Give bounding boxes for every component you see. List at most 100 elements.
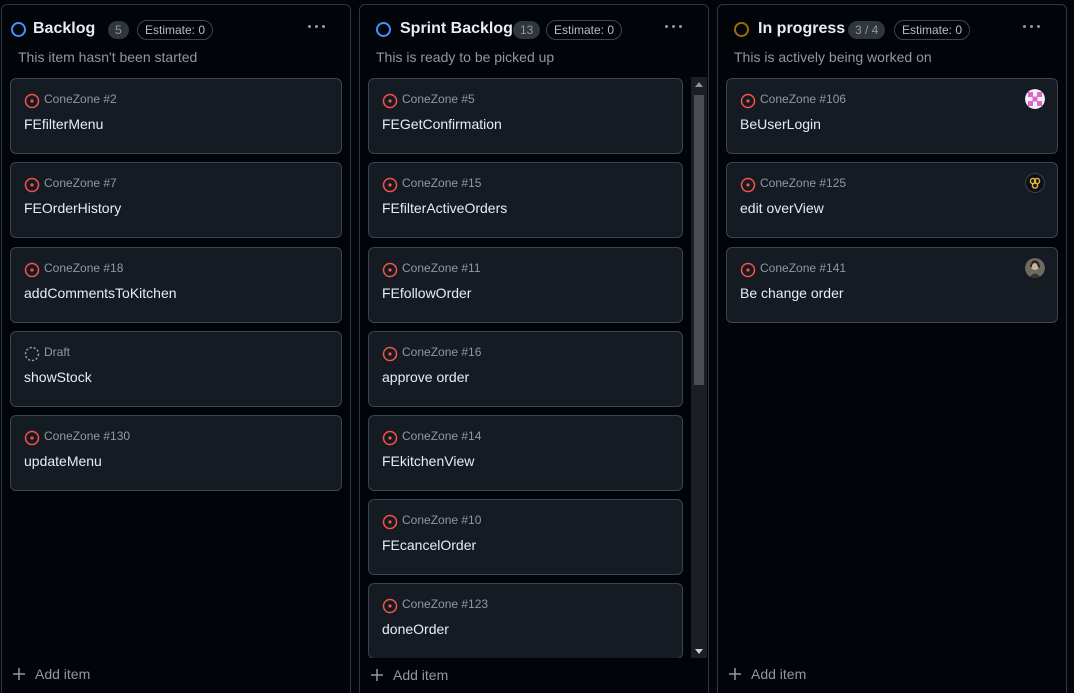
card-title[interactable]: showStock: [24, 369, 92, 385]
photo-avatar[interactable]: [1025, 258, 1045, 278]
estimate-badge: Estimate: 0: [894, 20, 971, 40]
issue-draft-icon: [24, 346, 40, 362]
yellow-logo-avatar[interactable]: [1025, 173, 1045, 193]
issue-opened-icon: [382, 430, 398, 446]
card-item[interactable]: ConeZone #11 FEfollowOrder: [368, 247, 683, 323]
card-item[interactable]: ConeZone #130 updateMenu: [10, 415, 342, 491]
item-count-badge: 3 / 4: [848, 21, 886, 39]
issue-opened-icon: [382, 514, 398, 530]
card-item[interactable]: ConeZone #2 FEfilterMenu: [10, 78, 342, 154]
card-item[interactable]: ConeZone #125 edit overView: [726, 162, 1058, 238]
card-item[interactable]: ConeZone #141 Be change order: [726, 247, 1058, 323]
card-title[interactable]: Be change order: [740, 285, 844, 301]
card-title[interactable]: doneOrder: [382, 621, 449, 637]
column-description: This is ready to be picked up: [376, 49, 555, 65]
card-item[interactable]: ConeZone #106 BeUserLogin: [726, 78, 1058, 154]
plus-icon: [371, 669, 383, 681]
card-item[interactable]: ConeZone #14 FEkitchenView: [368, 415, 683, 491]
card-repo-number[interactable]: ConeZone #106: [760, 92, 846, 106]
column-in-progress: In progress 3 / 4 Estimate: 0 This is ac…: [717, 4, 1067, 693]
add-item-button[interactable]: Add item: [727, 664, 847, 686]
status-circle-icon: [734, 22, 749, 37]
column-title: In progress: [758, 20, 846, 37]
issue-opened-icon: [382, 598, 398, 614]
item-count-badge: 13: [513, 21, 541, 39]
card-title[interactable]: FEfilterActiveOrders: [382, 200, 507, 216]
column-description: This item hasn't been started: [18, 49, 198, 65]
card-repo-number[interactable]: ConeZone #123: [402, 597, 488, 611]
add-item-button[interactable]: Add item: [11, 664, 131, 686]
column-sprint-backlog: Sprint Backlog 13 Estimate: 0 This is re…: [359, 4, 709, 693]
add-item-button[interactable]: Add item: [369, 665, 489, 687]
card-title[interactable]: approve order: [382, 369, 469, 385]
card-title[interactable]: FEkitchenView: [382, 453, 474, 469]
card-repo-number[interactable]: ConeZone #11: [402, 261, 481, 275]
item-count-badge: 5: [108, 21, 129, 39]
plus-icon: [13, 668, 25, 680]
add-item-label: Add item: [751, 666, 807, 682]
column-header: Backlog 5 Estimate: 0 This item hasn't b…: [2, 5, 350, 75]
card-repo-number[interactable]: ConeZone #10: [402, 513, 481, 527]
card-repo-number[interactable]: ConeZone #2: [44, 92, 117, 106]
column-menu-icon[interactable]: [1020, 17, 1044, 33]
scroll-up-arrow-icon[interactable]: [695, 82, 703, 87]
card-item[interactable]: ConeZone #16 approve order: [368, 331, 683, 407]
issue-opened-icon: [24, 262, 40, 278]
column-title: Backlog: [33, 20, 96, 37]
card-item[interactable]: ConeZone #5 FEGetConfirmation: [368, 78, 683, 154]
issue-opened-icon: [740, 262, 756, 278]
issue-opened-icon: [382, 93, 398, 109]
card-title[interactable]: edit overView: [740, 200, 824, 216]
column-menu-icon[interactable]: [305, 17, 329, 33]
card-title[interactable]: updateMenu: [24, 453, 102, 469]
card-draft-label: Draft: [44, 345, 71, 359]
card-title[interactable]: addCommentsToKitchen: [24, 285, 177, 301]
estimate-badge: Estimate: 0: [546, 20, 623, 40]
add-item-label: Add item: [35, 666, 91, 682]
scroll-thumb[interactable]: [694, 95, 704, 385]
issue-opened-icon: [740, 93, 756, 109]
status-circle-icon: [11, 22, 26, 37]
card-title[interactable]: FEcancelOrder: [382, 537, 476, 553]
card-item[interactable]: Draft showStock: [10, 331, 342, 407]
column-header: Sprint Backlog 13 Estimate: 0 This is re…: [360, 5, 708, 75]
card-repo-number[interactable]: ConeZone #125: [760, 176, 846, 190]
issue-opened-icon: [382, 262, 398, 278]
column-title: Sprint Backlog: [400, 20, 513, 37]
status-circle-icon: [376, 22, 391, 37]
card-repo-number[interactable]: ConeZone #16: [402, 345, 481, 359]
column-backlog: Backlog 5 Estimate: 0 This item hasn't b…: [1, 4, 351, 693]
card-repo-number[interactable]: ConeZone #7: [44, 176, 117, 190]
card-repo-number[interactable]: ConeZone #141: [760, 261, 846, 275]
card-list[interactable]: ConeZone #5 FEGetConfirmation ConeZone #…: [360, 75, 690, 658]
add-item-label: Add item: [393, 667, 449, 683]
card-item[interactable]: ConeZone #15 FEfilterActiveOrders: [368, 162, 683, 238]
card-title[interactable]: FEfilterMenu: [24, 116, 103, 132]
column-header: In progress 3 / 4 Estimate: 0 This is ac…: [718, 5, 1066, 75]
card-item[interactable]: ConeZone #7 FEOrderHistory: [10, 162, 342, 238]
card-item[interactable]: ConeZone #18 addCommentsToKitchen: [10, 247, 342, 323]
card-item[interactable]: ConeZone #10 FEcancelOrder: [368, 499, 683, 575]
card-repo-number[interactable]: ConeZone #14: [402, 429, 481, 443]
column-menu-icon[interactable]: [662, 17, 686, 33]
card-repo-number[interactable]: ConeZone #130: [44, 429, 130, 443]
project-board: Backlog 5 Estimate: 0 This item hasn't b…: [0, 0, 1074, 693]
card-title[interactable]: FEGetConfirmation: [382, 116, 502, 132]
issue-opened-icon: [382, 177, 398, 193]
card-item[interactable]: ConeZone #123 doneOrder: [368, 583, 683, 658]
issue-opened-icon: [24, 177, 40, 193]
scrollbar[interactable]: [691, 77, 707, 658]
column-description: This is actively being worked on: [734, 49, 932, 65]
card-repo-number[interactable]: ConeZone #18: [44, 261, 123, 275]
card-repo-number[interactable]: ConeZone #15: [402, 176, 481, 190]
pink-pattern-avatar[interactable]: [1025, 89, 1045, 109]
plus-icon: [729, 668, 741, 680]
estimate-badge: Estimate: 0: [137, 20, 214, 40]
card-title[interactable]: FEfollowOrder: [382, 285, 471, 301]
card-repo-number[interactable]: ConeZone #5: [402, 92, 475, 106]
card-title[interactable]: BeUserLogin: [740, 116, 821, 132]
card-title[interactable]: FEOrderHistory: [24, 200, 121, 216]
issue-opened-icon: [24, 430, 40, 446]
issue-opened-icon: [382, 346, 398, 362]
scroll-down-arrow-icon[interactable]: [695, 649, 703, 654]
